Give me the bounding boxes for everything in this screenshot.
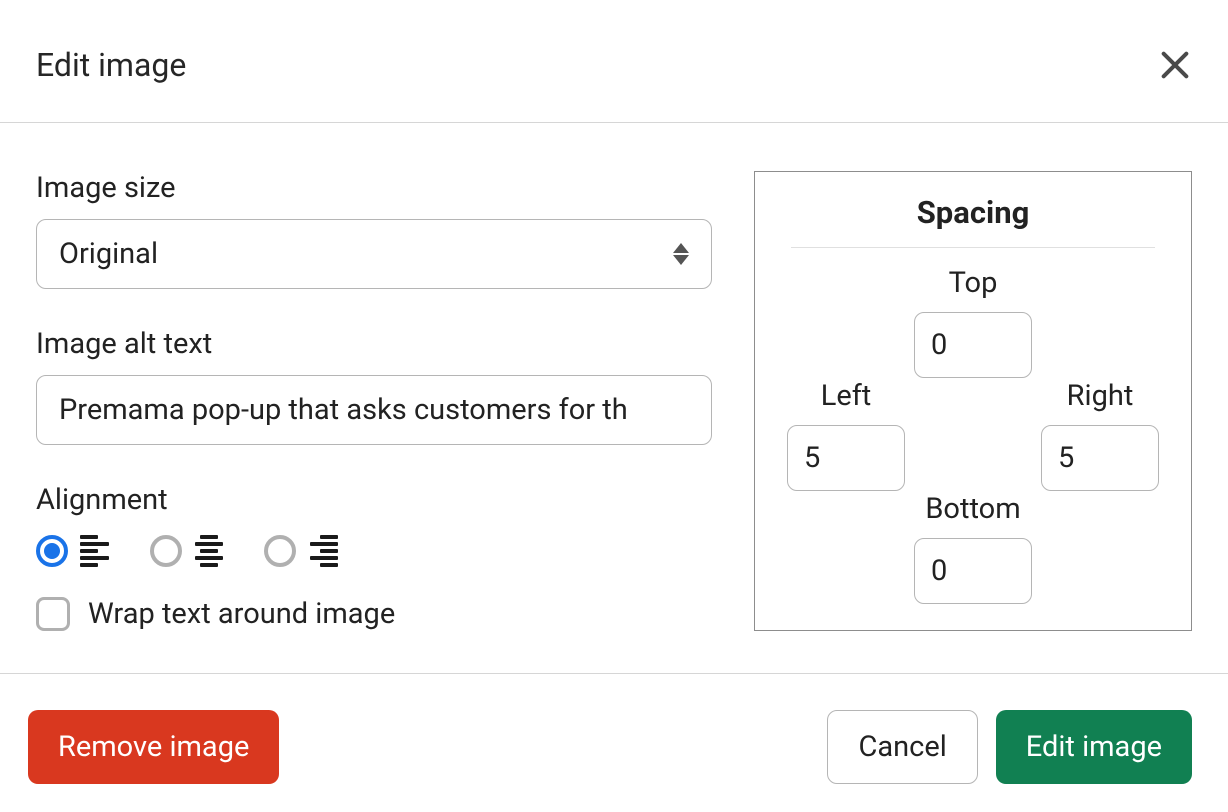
- spacing-grid: Top Left Right Bottom: [781, 266, 1165, 604]
- spacing-top-input[interactable]: [914, 312, 1032, 378]
- spacing-right-label: Right: [1067, 379, 1134, 413]
- wrap-text-label: Wrap text around image: [88, 597, 395, 631]
- dialog-title: Edit image: [36, 46, 186, 84]
- alt-text-input[interactable]: [36, 375, 712, 445]
- align-center-option[interactable]: [150, 535, 224, 567]
- alt-text-label: Image alt text: [36, 327, 712, 361]
- spacing-top-label: Top: [949, 266, 998, 300]
- edit-image-dialog: Edit image Image size Original: [0, 0, 1228, 812]
- dialog-body: Image size Original Image alt text Align…: [0, 123, 1228, 633]
- spacing-bottom-input[interactable]: [914, 538, 1032, 604]
- edit-image-button[interactable]: Edit image: [996, 710, 1192, 784]
- image-size-label: Image size: [36, 171, 712, 205]
- spacing-panel: Spacing Top Left Right Bottom: [754, 171, 1192, 631]
- alignment-options: [36, 535, 712, 567]
- dialog-footer: Remove image Cancel Edit image: [0, 673, 1228, 812]
- spacing-bottom-label: Bottom: [925, 492, 1020, 526]
- image-size-select[interactable]: Original: [36, 219, 712, 289]
- align-right-icon: [308, 535, 338, 567]
- dialog-header: Edit image: [0, 0, 1228, 123]
- spacing-right-cell: Right: [1041, 379, 1159, 491]
- align-center-icon: [194, 535, 224, 567]
- remove-image-button[interactable]: Remove image: [28, 710, 279, 784]
- align-right-option[interactable]: [264, 535, 338, 567]
- align-left-icon: [80, 535, 110, 567]
- spacing-bottom-cell: Bottom: [914, 492, 1032, 604]
- spacing-title: Spacing: [791, 194, 1155, 248]
- align-left-option[interactable]: [36, 535, 110, 567]
- radio-checked-icon: [36, 535, 68, 567]
- alignment-group: Alignment: [36, 483, 712, 631]
- image-size-value: Original: [59, 237, 158, 271]
- spacing-left-label: Left: [821, 379, 872, 413]
- cancel-button[interactable]: Cancel: [827, 710, 977, 784]
- radio-unchecked-icon: [150, 535, 182, 567]
- close-button[interactable]: [1158, 48, 1192, 82]
- spacing-top-cell: Top: [914, 266, 1032, 378]
- spacing-right-input[interactable]: [1041, 425, 1159, 491]
- radio-unchecked-icon: [264, 535, 296, 567]
- alignment-label: Alignment: [36, 483, 712, 517]
- image-size-group: Image size Original: [36, 171, 712, 289]
- select-chevrons-icon: [673, 243, 689, 265]
- wrap-text-option[interactable]: Wrap text around image: [36, 597, 712, 631]
- checkbox-unchecked-icon: [36, 597, 70, 631]
- spacing-left-cell: Left: [787, 379, 905, 491]
- spacing-left-input[interactable]: [787, 425, 905, 491]
- alt-text-group: Image alt text: [36, 327, 712, 445]
- form-left-column: Image size Original Image alt text Align…: [36, 171, 712, 633]
- close-icon: [1158, 48, 1192, 82]
